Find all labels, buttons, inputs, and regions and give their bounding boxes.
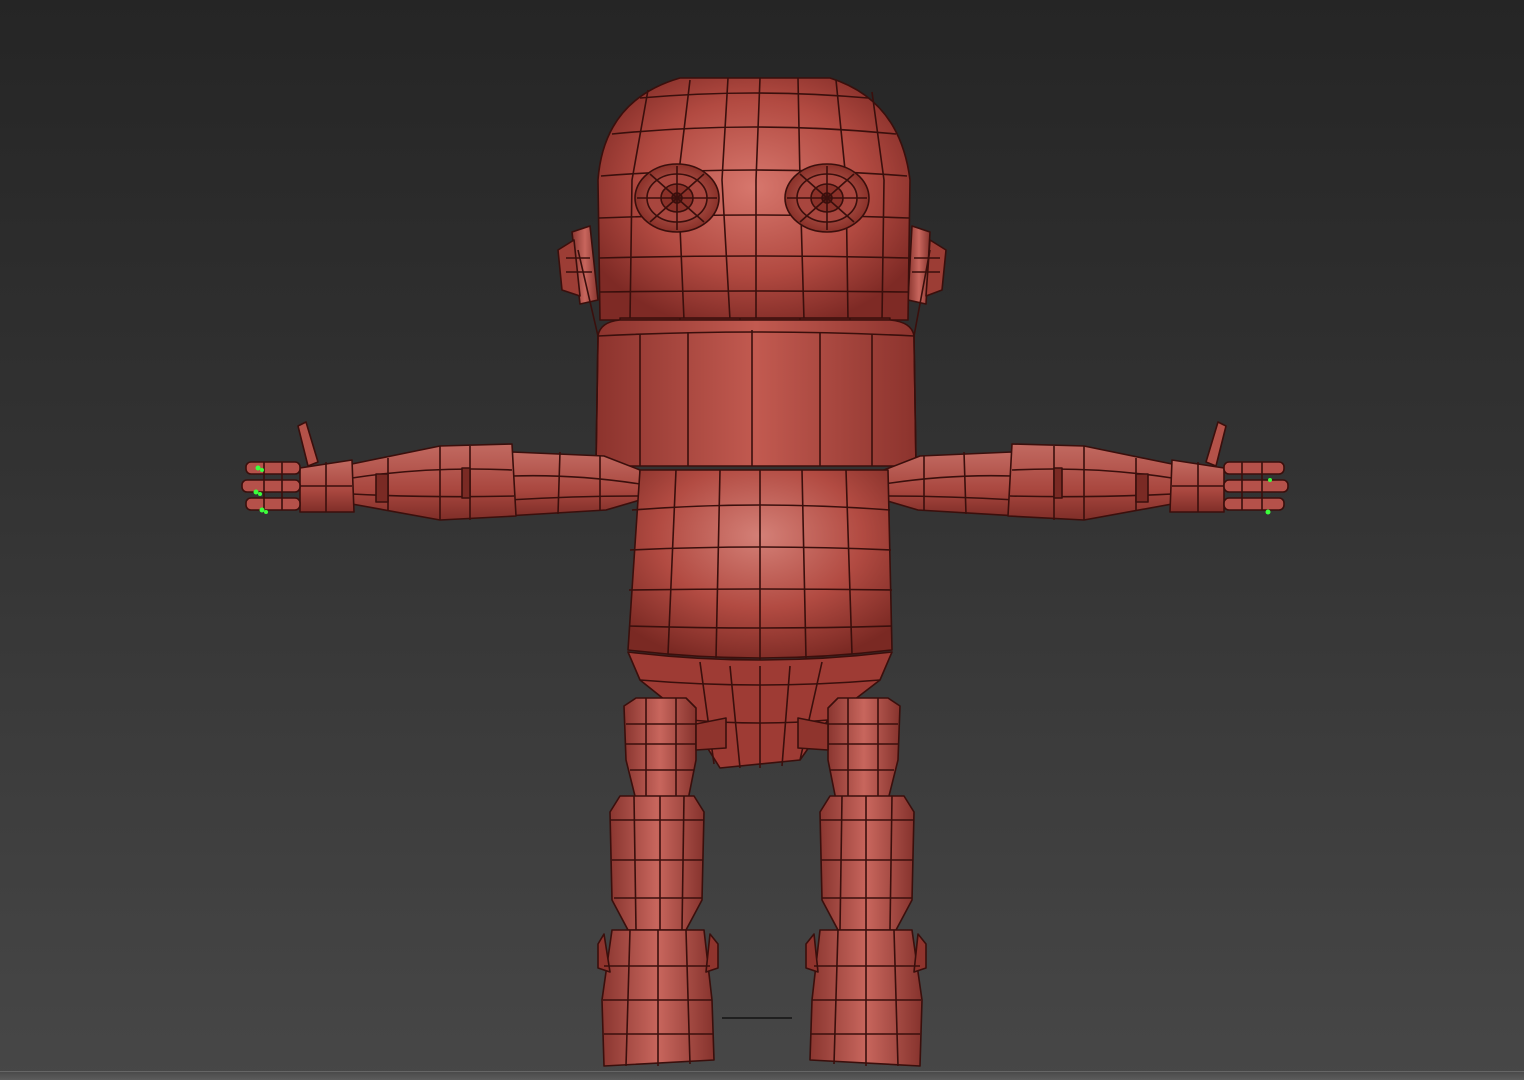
right-hand bbox=[1169, 421, 1289, 513]
left-foot bbox=[597, 929, 719, 1067]
robot-model[interactable] bbox=[0, 0, 1524, 1080]
robot-torso bbox=[627, 469, 893, 660]
left-eye bbox=[634, 163, 720, 233]
left-upper-arm bbox=[505, 451, 641, 517]
left-forearm bbox=[351, 443, 517, 521]
left-shin bbox=[609, 795, 705, 931]
left-ear-pod bbox=[557, 225, 599, 305]
right-forearm bbox=[1007, 443, 1173, 521]
right-foot bbox=[805, 929, 927, 1067]
3d-viewport[interactable] bbox=[0, 0, 1524, 1080]
viewport-bottom-border bbox=[0, 1071, 1524, 1080]
right-eye bbox=[784, 163, 870, 233]
right-upper-arm bbox=[883, 451, 1019, 517]
right-shin bbox=[819, 795, 915, 931]
